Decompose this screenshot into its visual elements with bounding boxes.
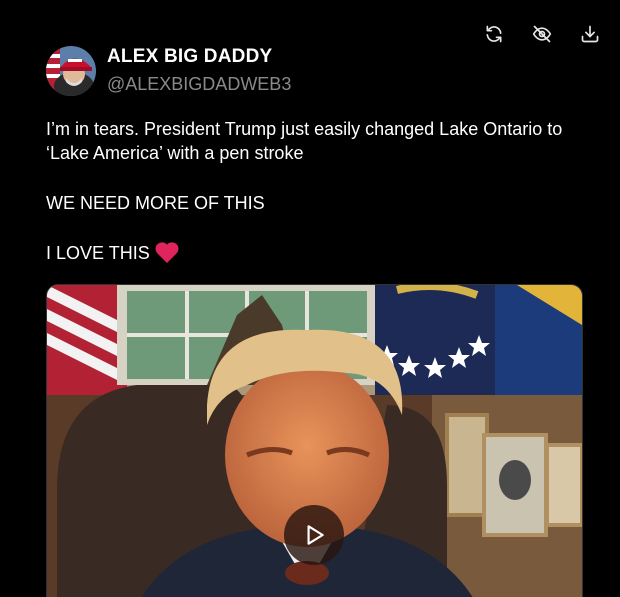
toolbar	[482, 22, 602, 46]
play-button[interactable]	[284, 505, 344, 565]
post-text-line: I’m in tears. President Trump just easil…	[46, 119, 563, 163]
post-card: ALEX BIG DADDY @ALEXBIGDADWEB3 I’m in te…	[0, 0, 620, 597]
heart-icon	[154, 241, 180, 269]
download-icon	[581, 25, 599, 43]
author-handle[interactable]: @ALEXBIGDADWEB3	[107, 72, 291, 96]
play-icon	[307, 525, 324, 545]
refresh-icon	[486, 25, 502, 43]
eye-off-icon	[532, 25, 552, 43]
refresh-button[interactable]	[482, 22, 506, 46]
post-text-line: WE NEED MORE OF THIS	[46, 193, 265, 213]
author-info: ALEX BIG DADDY @ALEXBIGDADWEB3	[107, 45, 291, 96]
hide-button[interactable]	[530, 22, 554, 46]
avatar[interactable]	[46, 45, 96, 96]
post-body: I’m in tears. President Trump just easil…	[46, 117, 586, 269]
post-header: ALEX BIG DADDY @ALEXBIGDADWEB3	[46, 45, 291, 96]
video-thumbnail[interactable]	[46, 284, 583, 597]
post-text-love: I LOVE THIS	[46, 243, 150, 263]
download-button[interactable]	[578, 22, 602, 46]
post-text-line: I LOVE THIS	[46, 241, 586, 269]
author-display-name[interactable]: ALEX BIG DADDY	[107, 45, 291, 69]
